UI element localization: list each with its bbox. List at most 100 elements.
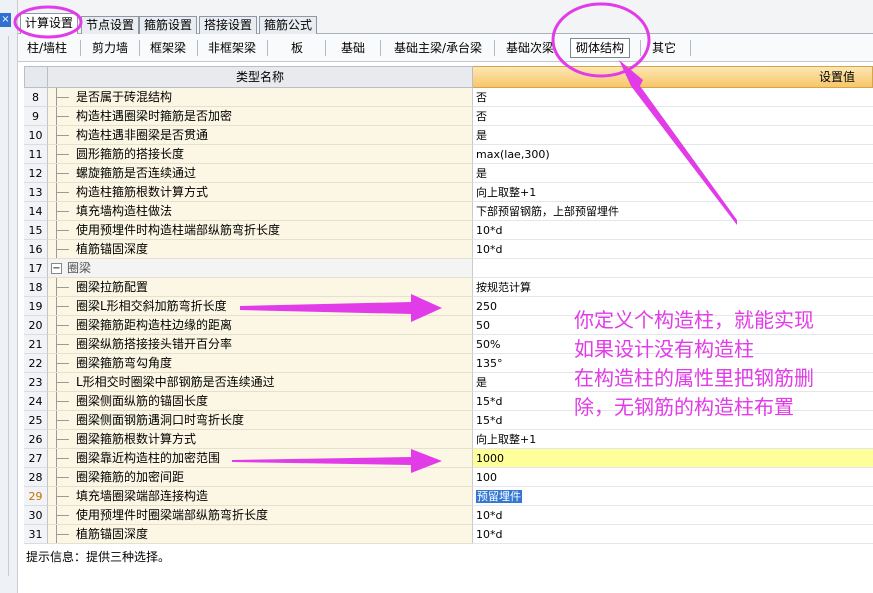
row-value[interactable]: 10*d (476, 509, 502, 522)
row-number[interactable]: 13 (24, 183, 48, 202)
row-value-cell[interactable] (473, 259, 873, 278)
row-value-cell[interactable]: 是 (473, 164, 873, 183)
row-value-cell[interactable]: max(lae,300) (473, 145, 873, 164)
row-number[interactable]: 27 (24, 449, 48, 468)
row-number[interactable]: 15 (24, 221, 48, 240)
row-value[interactable]: 否 (476, 110, 487, 123)
subtab-shear-wall[interactable]: 剪力墙 (92, 38, 128, 58)
row-value-cell[interactable]: 10*d (473, 221, 873, 240)
subtab-slab[interactable]: 板 (291, 38, 303, 58)
row-value-cell[interactable]: 向上取整+1 (473, 183, 873, 202)
row-value-cell[interactable]: 否 (473, 88, 873, 107)
row-number[interactable]: 16 (24, 240, 48, 259)
table-row[interactable]: 30 使用预埋件时圈梁端部纵筋弯折长度 10*d (24, 506, 873, 525)
subtab-masonry[interactable]: 砌体结构 (570, 38, 631, 58)
subtab-non-frame-beam[interactable]: 非框架梁 (208, 38, 256, 58)
row-number[interactable]: 21 (24, 335, 48, 354)
row-number[interactable]: 14 (24, 202, 48, 221)
row-value[interactable]: 50 (476, 319, 490, 332)
row-value-cell[interactable]: 是 (473, 126, 873, 145)
row-value[interactable]: 10*d (476, 528, 502, 541)
row-value[interactable]: 按规范计算 (476, 281, 531, 294)
row-value[interactable]: 向上取整+1 (476, 433, 536, 446)
row-number[interactable]: 9 (24, 107, 48, 126)
subtab-other[interactable]: 其它 (652, 38, 676, 58)
row-value[interactable]: 1000 (476, 452, 504, 465)
row-value-cell[interactable]: 100 (473, 468, 873, 487)
row-number[interactable]: 30 (24, 506, 48, 525)
collapse-icon[interactable]: − (51, 263, 62, 274)
row-number[interactable]: 20 (24, 316, 48, 335)
row-value-cell[interactable]: 下部预留钢筋，上部预留埋件 (473, 202, 873, 221)
table-row[interactable]: 29 填充墙圈梁端部连接构造 预留埋件 (24, 487, 873, 506)
row-number[interactable]: 31 (24, 525, 48, 544)
row-number[interactable]: 28 (24, 468, 48, 487)
row-value[interactable]: 下部预留钢筋，上部预留埋件 (476, 205, 619, 218)
table-row[interactable]: 15 使用预埋件时构造柱端部纵筋弯折长度 10*d (24, 221, 873, 240)
row-value[interactable]: 15*d (476, 395, 502, 408)
table-row[interactable]: 27 圈梁靠近构造柱的加密范围 1000 (24, 449, 873, 468)
row-number[interactable]: 24 (24, 392, 48, 411)
row-value[interactable]: 10*d (476, 243, 502, 256)
subtab-foundation[interactable]: 基础 (341, 38, 365, 58)
column-header-value[interactable]: 设置值 (473, 66, 873, 88)
table-row[interactable]: 26 圈梁箍筋根数计算方式 向上取整+1 (24, 430, 873, 449)
row-value[interactable]: 是 (476, 167, 487, 180)
table-row[interactable]: 8 是否属于砖混结构 否 (24, 88, 873, 107)
row-value[interactable]: 否 (476, 91, 487, 104)
table-row[interactable]: 12 螺旋箍筋是否连续通过 是 (24, 164, 873, 183)
row-number[interactable]: 18 (24, 278, 48, 297)
row-number[interactable]: 17 (24, 259, 48, 278)
row-number[interactable]: 10 (24, 126, 48, 145)
row-number[interactable]: 22 (24, 354, 48, 373)
row-value-cell[interactable]: 1000 (473, 449, 873, 468)
table-row[interactable]: 16 植筋锚固深度 10*d (24, 240, 873, 259)
row-value[interactable]: 预留埋件 (476, 490, 522, 503)
row-number[interactable]: 26 (24, 430, 48, 449)
tab-calc-settings[interactable]: 计算设置 (20, 13, 79, 34)
tab-stirrup-settings[interactable]: 箍筋设置 (139, 16, 198, 34)
close-icon[interactable]: × (0, 13, 11, 27)
subtab-foundation-secondary-beam[interactable]: 基础次梁 (506, 38, 554, 58)
row-value[interactable]: 135° (476, 357, 503, 370)
row-number[interactable]: 8 (24, 88, 48, 107)
table-row[interactable]: 9 构造柱遇圈梁时箍筋是否加密 否 (24, 107, 873, 126)
tab-lap-settings[interactable]: 搭接设置 (199, 16, 258, 34)
row-value-cell[interactable]: 预留埋件 (473, 487, 873, 506)
table-row[interactable]: 17− 圈梁 (24, 259, 873, 278)
row-value[interactable]: 是 (476, 376, 487, 389)
row-value-cell[interactable]: 10*d (473, 506, 873, 525)
table-row[interactable]: 28 圈梁箍筋的加密间距 100 (24, 468, 873, 487)
table-row[interactable]: 31 植筋锚固深度 10*d (24, 525, 873, 544)
row-value-cell[interactable]: 10*d (473, 525, 873, 544)
subtab-column[interactable]: 柱/墙柱 (27, 38, 67, 58)
table-row[interactable]: 14 填充墙构造柱做法 下部预留钢筋，上部预留埋件 (24, 202, 873, 221)
tab-node-settings[interactable]: 节点设置 (81, 16, 140, 34)
row-value[interactable]: 是 (476, 129, 487, 142)
tab-stirrup-formula[interactable]: 箍筋公式 (259, 16, 318, 34)
table-row[interactable]: 10 构造柱遇非圈梁是否贯通 是 (24, 126, 873, 145)
row-value-cell[interactable]: 向上取整+1 (473, 430, 873, 449)
row-number[interactable]: 11 (24, 145, 48, 164)
row-value[interactable]: 15*d (476, 414, 502, 427)
row-number[interactable]: 12 (24, 164, 48, 183)
row-number[interactable]: 29 (24, 487, 48, 506)
row-value-cell[interactable]: 10*d (473, 240, 873, 259)
column-header-name[interactable]: 类型名称 (48, 66, 473, 88)
table-row[interactable]: 11 圆形箍筋的搭接长度 max(lae,300) (24, 145, 873, 164)
row-value[interactable]: 250 (476, 300, 497, 313)
row-value-cell[interactable]: 否 (473, 107, 873, 126)
row-value[interactable]: 10*d (476, 224, 502, 237)
row-value[interactable]: 100 (476, 471, 497, 484)
subtab-frame-beam[interactable]: 框架梁 (150, 38, 186, 58)
row-value-cell[interactable]: 按规范计算 (473, 278, 873, 297)
subtab-foundation-main-beam[interactable]: 基础主梁/承台梁 (394, 38, 482, 58)
row-value[interactable]: 向上取整+1 (476, 186, 536, 199)
row-number[interactable]: 23 (24, 373, 48, 392)
row-number[interactable]: 25 (24, 411, 48, 430)
row-value[interactable]: max(lae,300) (476, 148, 550, 161)
table-row[interactable]: 18 圈梁拉筋配置 按规范计算 (24, 278, 873, 297)
row-value[interactable]: 50% (476, 338, 500, 351)
table-row[interactable]: 13 构造柱箍筋根数计算方式 向上取整+1 (24, 183, 873, 202)
row-number[interactable]: 19 (24, 297, 48, 316)
